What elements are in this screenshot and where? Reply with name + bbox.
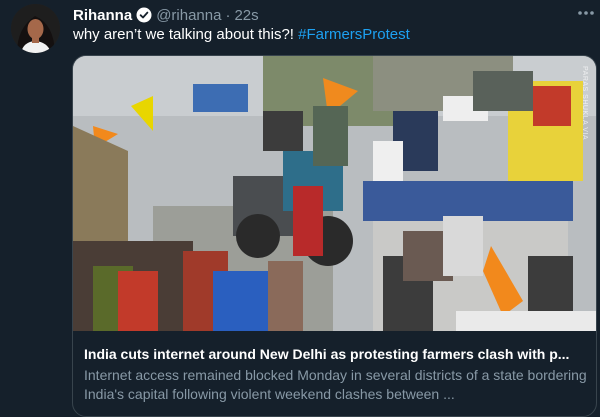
tweet-header: Rihanna @rihanna · 22s bbox=[73, 5, 259, 25]
tweet-text: why aren’t we talking about this?! #Farm… bbox=[73, 25, 410, 45]
card-image[interactable]: PARAS SHUKLA VIA bbox=[73, 56, 596, 331]
separator-dot: · bbox=[225, 6, 231, 24]
more-options-icon[interactable] bbox=[574, 4, 598, 22]
image-watermark: PARAS SHUKLA VIA bbox=[581, 66, 588, 141]
hashtag-link[interactable]: #FarmersProtest bbox=[298, 26, 410, 43]
author-handle[interactable]: @rihanna bbox=[156, 7, 221, 24]
author-name[interactable]: Rihanna bbox=[73, 7, 132, 24]
verified-badge-icon bbox=[136, 7, 152, 23]
link-card[interactable]: PARAS SHUKLA VIA India cuts internet aro… bbox=[72, 55, 597, 417]
tweet-timestamp[interactable]: 22s bbox=[234, 7, 258, 24]
card-title[interactable]: India cuts internet around New Delhi as … bbox=[84, 346, 589, 362]
card-description: Internet access remained blocked Monday … bbox=[84, 367, 587, 402]
avatar[interactable] bbox=[11, 4, 60, 53]
tweet-text-body: why aren’t we talking about this?! bbox=[73, 26, 299, 43]
tweet[interactable]: Rihanna @rihanna · 22s why aren’t we tal… bbox=[0, 0, 600, 417]
